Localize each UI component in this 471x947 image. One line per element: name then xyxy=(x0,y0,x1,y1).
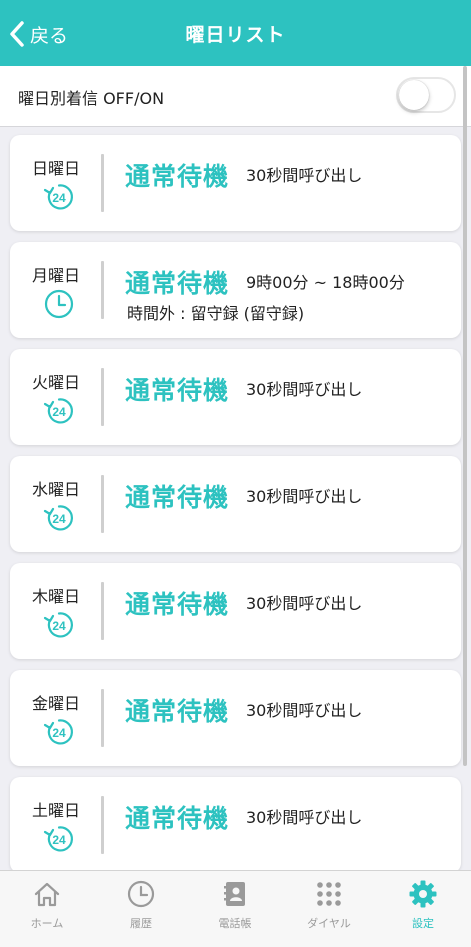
gear-icon xyxy=(376,879,470,909)
day-card[interactable]: 月曜日 通常待機 9時00分 ~ 18時00分時間外 : 留守録 (留守録) xyxy=(10,242,461,338)
tab-label: 設定 xyxy=(412,917,434,930)
svg-text:24: 24 xyxy=(52,405,66,419)
mode-label: 通常待機 xyxy=(125,483,230,512)
weekday-ringing-toggle[interactable] xyxy=(396,77,456,113)
day-card[interactable]: 火曜日 24 通常待機 30秒間呼び出し xyxy=(10,349,461,445)
mode-detail: 30秒間呼び出し xyxy=(246,701,363,720)
clock-24-icon: 24 xyxy=(43,398,73,424)
day-label: 月曜日 xyxy=(31,266,80,285)
tab-history[interactable]: 履歴 xyxy=(94,879,188,931)
tab-dial[interactable]: ダイヤル xyxy=(282,879,376,931)
clock-24-icon: 24 xyxy=(43,181,75,213)
weekday-ringing-label: 曜日別着信 OFF/ON xyxy=(18,89,165,108)
divider xyxy=(101,475,104,533)
day-card[interactable]: 水曜日 24 通常待機 30秒間呼び出し xyxy=(10,456,461,552)
after-hours-detail: 時間外 : 留守録 (留守録) xyxy=(127,304,305,323)
day-card[interactable]: 金曜日 24 通常待機 30秒間呼び出し xyxy=(10,670,461,766)
divider xyxy=(101,689,104,747)
clock-24-icon: 24 xyxy=(43,823,75,855)
mode-detail: 9時00分 ~ 18時00分 xyxy=(246,273,405,292)
day-label: 水曜日 xyxy=(31,480,80,499)
mode-label: 通常待機 xyxy=(125,590,230,619)
clock-24-icon: 24 xyxy=(43,395,75,427)
clock-24-icon: 24 xyxy=(43,184,73,210)
tab-phonebook[interactable]: 電話帳 xyxy=(188,879,282,931)
clock-24-icon: 24 xyxy=(43,826,73,852)
day-label: 日曜日 xyxy=(31,159,80,178)
clock-24-icon: 24 xyxy=(43,719,73,745)
mode-detail: 30秒間呼び出し xyxy=(246,166,363,185)
clock-24-icon: 24 xyxy=(43,716,75,748)
toggle-knob xyxy=(399,80,429,110)
day-list: 日曜日 24 通常待機 30秒間呼び出し 月曜日 通常待機 9時00分 ~ 18時00分 時間… xyxy=(0,127,471,870)
mode-detail: 30秒間呼び出し xyxy=(246,808,363,827)
mode-detail: 30秒間呼び出し xyxy=(246,594,363,613)
tab-label: ダイヤル xyxy=(307,917,351,930)
day-label: 土曜日 xyxy=(31,801,80,820)
day-label: 火曜日 xyxy=(31,373,80,392)
clock-icon xyxy=(44,289,74,319)
day-card[interactable]: 日曜日 24 通常待機 30秒間呼び出し xyxy=(10,135,461,231)
clock-icon xyxy=(43,288,75,320)
clock-24-icon: 24 xyxy=(43,502,75,534)
history-clock-icon xyxy=(94,879,188,909)
svg-text:24: 24 xyxy=(52,512,66,526)
divider xyxy=(101,796,104,854)
day-label: 金曜日 xyxy=(31,694,80,713)
divider xyxy=(101,582,104,640)
clock-24-icon: 24 xyxy=(43,505,73,531)
tab-bar: ホーム 履歴 電話帳 ダイヤル 設定 xyxy=(0,870,471,947)
dialpad-icon xyxy=(282,879,376,909)
tab-label: ホーム xyxy=(30,917,64,930)
divider xyxy=(101,368,104,426)
page-title: 曜日リスト xyxy=(185,24,286,46)
divider xyxy=(101,261,104,319)
home-icon xyxy=(0,879,94,909)
mode-label: 通常待機 xyxy=(125,376,230,405)
tab-settings[interactable]: 設定 xyxy=(376,879,470,931)
scrollbar[interactable] xyxy=(463,66,467,766)
svg-text:24: 24 xyxy=(52,191,66,205)
svg-text:24: 24 xyxy=(52,619,66,633)
clock-24-icon: 24 xyxy=(43,612,73,638)
mode-label: 通常待機 xyxy=(125,269,230,298)
phonebook-icon xyxy=(188,879,282,909)
clock-24-icon: 24 xyxy=(43,609,75,641)
day-card[interactable]: 木曜日 24 通常待機 30秒間呼び出し xyxy=(10,563,461,659)
mode-label: 通常待機 xyxy=(125,804,230,833)
svg-text:24: 24 xyxy=(52,726,66,740)
app-header: 戻る 曜日リスト xyxy=(0,0,471,66)
divider xyxy=(101,154,104,212)
mode-label: 通常待機 xyxy=(125,697,230,726)
day-card[interactable]: 土曜日 24 通常待機 30秒間呼び出し xyxy=(10,777,461,870)
mode-detail: 30秒間呼び出し xyxy=(246,380,363,399)
mode-label: 通常待機 xyxy=(125,162,230,191)
tab-label: 履歴 xyxy=(130,917,152,930)
tab-home[interactable]: ホーム xyxy=(0,879,94,931)
svg-text:24: 24 xyxy=(52,833,66,847)
mode-detail: 30秒間呼び出し xyxy=(246,487,363,506)
day-label: 木曜日 xyxy=(31,587,80,606)
tab-label: 電話帳 xyxy=(218,917,252,930)
